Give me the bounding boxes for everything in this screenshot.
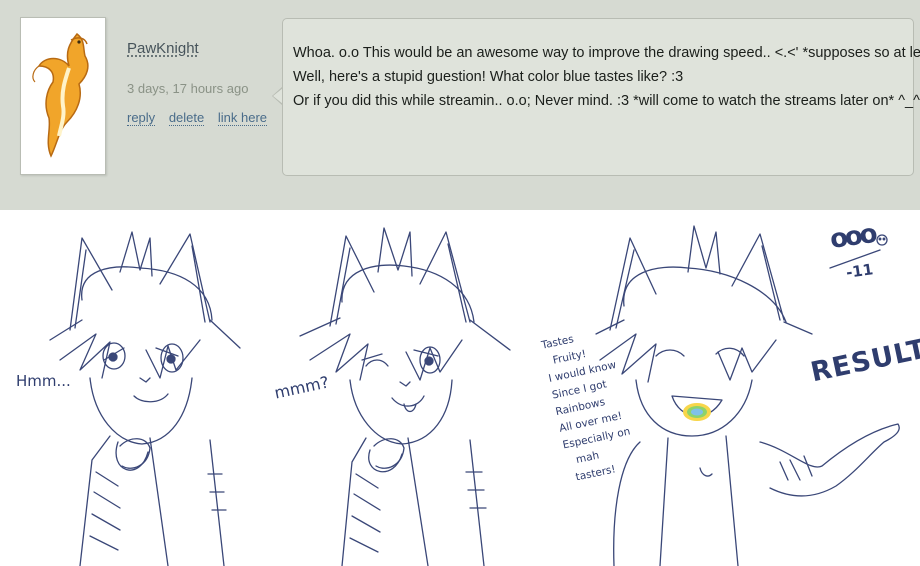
character-panel-1: [49, 231, 241, 566]
comment-actions: reply delete link here: [127, 110, 277, 126]
delete-link[interactable]: delete: [168, 110, 205, 126]
rainbow-tongue-icon: [683, 403, 711, 421]
comment-line: Or if you did this while streamin.. o.o;…: [293, 93, 920, 109]
reply-link[interactable]: reply: [127, 110, 156, 126]
comment-bubble: Whoa. o.o This would be an awesome way t…: [282, 18, 920, 176]
signature-bottom: -11: [844, 260, 875, 282]
sketch-comic: Hmm... mmm? Tastes Fruity! I would know …: [0, 210, 920, 566]
comment-line: Whoa. o.o This would be an awesome way t…: [293, 45, 920, 61]
comment-block: PawKnight 3 days, 17 hours ago reply del…: [0, 0, 920, 210]
panel-1-caption: Hmm...: [16, 372, 71, 390]
comment-timestamp: 3 days, 17 hours ago: [127, 81, 249, 96]
character-panel-2: [299, 227, 511, 566]
sketch-drawing: [49, 225, 900, 566]
signature-top: ooo: [828, 219, 877, 255]
comment-username[interactable]: PawKnight: [127, 40, 199, 57]
flame-bird-avatar-icon: [32, 32, 89, 158]
comment-body: Whoa. o.o This would be an awesome way t…: [293, 41, 920, 113]
user-avatar[interactable]: [20, 17, 106, 175]
speech-bubble-tail: [272, 87, 283, 105]
comment-line: Well, here's a stupid guestion! What col…: [293, 69, 684, 85]
link-here-link[interactable]: link here: [217, 110, 267, 126]
